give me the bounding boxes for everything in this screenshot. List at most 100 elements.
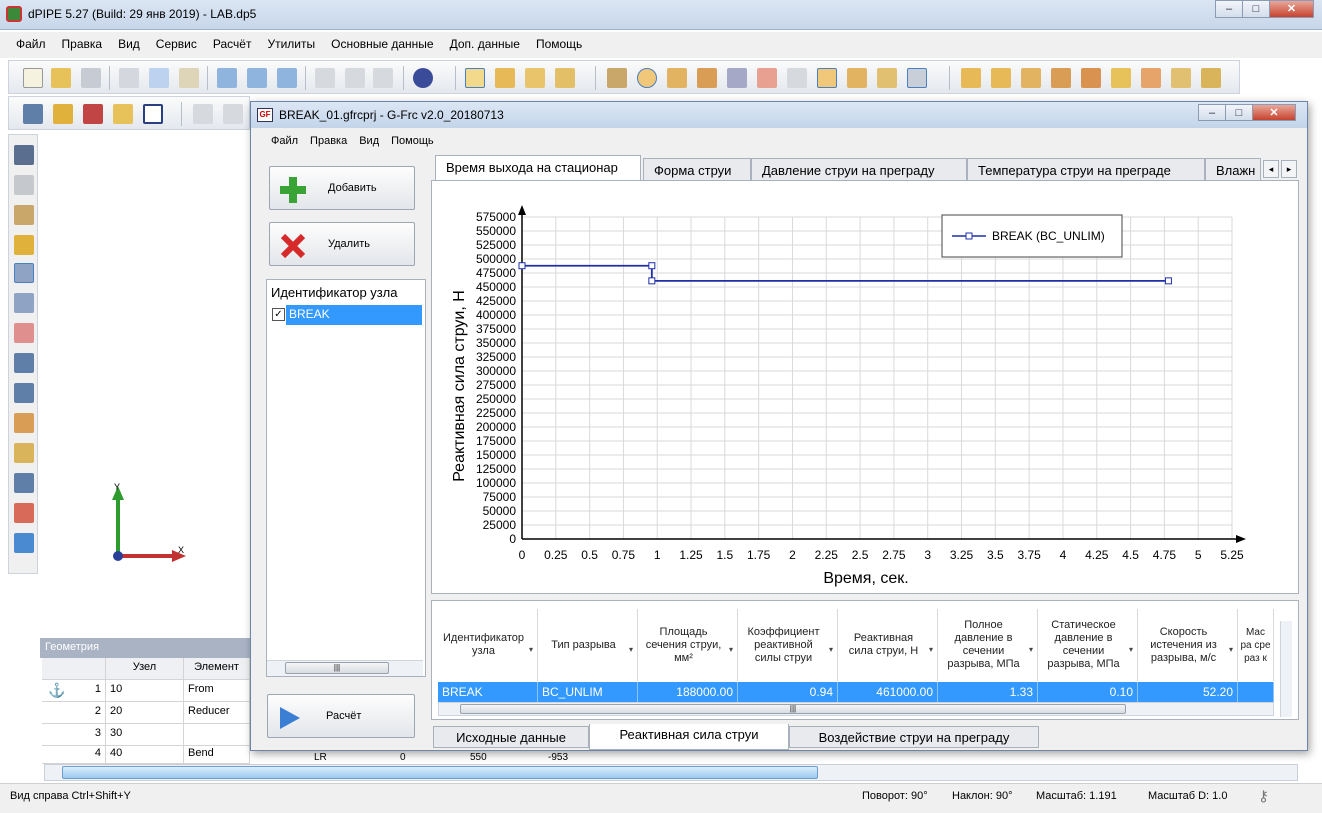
tab-jet-pressure[interactable]: Давление струи на преграду bbox=[751, 158, 967, 182]
warning-icon[interactable] bbox=[961, 68, 981, 88]
cell-static-pressure[interactable]: 0.10 bbox=[1038, 682, 1138, 702]
child-menu-help[interactable]: Помощь bbox=[385, 130, 440, 152]
bin-icon[interactable] bbox=[1201, 68, 1221, 88]
geo-node-cell[interactable]: 30 bbox=[106, 724, 184, 746]
pen-icon[interactable] bbox=[53, 104, 73, 124]
plug-icon[interactable] bbox=[14, 383, 34, 403]
geo-element-cell[interactable] bbox=[184, 724, 250, 746]
save-icon[interactable] bbox=[81, 68, 101, 88]
info-icon[interactable] bbox=[1111, 68, 1131, 88]
geo-row-number[interactable]: 2 bbox=[42, 702, 106, 724]
child-maximize-button[interactable]: □ bbox=[1225, 104, 1253, 121]
valve-icon[interactable] bbox=[607, 68, 627, 88]
menu-utilities[interactable]: Утилиты bbox=[259, 32, 323, 58]
child-minimize-button[interactable]: – bbox=[1198, 104, 1226, 121]
table-support-icon[interactable] bbox=[14, 473, 34, 493]
pipe-icon[interactable] bbox=[83, 104, 103, 124]
model-canvas[interactable]: Y X bbox=[40, 132, 250, 632]
flange-icon[interactable] bbox=[727, 68, 747, 88]
hammer-support-icon[interactable] bbox=[14, 503, 34, 523]
waves-icon[interactable] bbox=[847, 68, 867, 88]
spring-icon[interactable] bbox=[14, 323, 34, 343]
cell-jet-area[interactable]: 188000.00 bbox=[638, 682, 738, 702]
child-menu-edit[interactable]: Правка bbox=[304, 130, 353, 152]
tab-jet-shape[interactable]: Форма струи bbox=[643, 158, 751, 182]
tab-steady-state-time[interactable]: Время выхода на стационар bbox=[435, 155, 641, 182]
bottle-icon[interactable] bbox=[14, 175, 34, 195]
menu-calculation[interactable]: Расчёт bbox=[205, 32, 260, 58]
x-joint-icon[interactable] bbox=[14, 413, 34, 433]
align-right-icon[interactable] bbox=[277, 68, 297, 88]
menu-file[interactable]: Файл bbox=[8, 32, 54, 58]
node-id-list[interactable] bbox=[266, 279, 426, 677]
menu-service[interactable]: Сервис bbox=[148, 32, 205, 58]
geo-element-cell[interactable]: Reducer bbox=[184, 702, 250, 724]
col-reactive-force[interactable]: Реактивная сила струи, Н ▾ bbox=[838, 609, 938, 681]
menu-extra-data[interactable]: Доп. данные bbox=[442, 32, 528, 58]
geo-row-number[interactable]: 3 bbox=[42, 724, 106, 746]
col-break-type[interactable]: Тип разрыва ▾ bbox=[538, 609, 638, 681]
align-center-icon[interactable] bbox=[247, 68, 267, 88]
table-icon[interactable] bbox=[465, 68, 485, 88]
mail-icon[interactable] bbox=[113, 104, 133, 124]
film-icon[interactable] bbox=[1081, 68, 1101, 88]
gf-icon[interactable] bbox=[143, 104, 163, 124]
material-icon[interactable] bbox=[697, 68, 717, 88]
help-icon[interactable] bbox=[413, 68, 433, 88]
leaf-icon[interactable] bbox=[817, 68, 837, 88]
child-close-button[interactable]: ✕ bbox=[1252, 104, 1296, 121]
table-row[interactable]: ⚓ 1 bbox=[42, 680, 106, 702]
tab-input-data[interactable]: Исходные данные bbox=[433, 726, 589, 748]
stick-icon[interactable] bbox=[14, 235, 34, 255]
geo-node-cell[interactable]: 20 bbox=[106, 702, 184, 724]
cell-force-coefficient[interactable]: 0.94 bbox=[738, 682, 838, 702]
close-button[interactable]: ✕ bbox=[1269, 0, 1314, 18]
pencil-icon[interactable] bbox=[555, 68, 575, 88]
cell-break-type[interactable]: BC_UNLIM bbox=[538, 682, 638, 702]
col-mass-flow[interactable]: Мас ра сре раз к bbox=[1238, 609, 1274, 681]
col-total-pressure[interactable]: Полное давление в сечении разрыва, МПа ▾ bbox=[938, 609, 1038, 681]
break-link-icon[interactable] bbox=[315, 68, 335, 88]
open-folder-icon[interactable] bbox=[51, 68, 71, 88]
tab-humidity[interactable]: Влажн bbox=[1205, 158, 1261, 182]
brush-icon[interactable] bbox=[14, 533, 34, 553]
tab-reactive-force[interactable]: Реактивная сила струи bbox=[589, 724, 789, 750]
col-node-id[interactable]: Идентификатор узла ▾ bbox=[438, 609, 538, 681]
eraser-icon[interactable] bbox=[1171, 68, 1191, 88]
tab-jet-temperature[interactable]: Температура струи на преграде bbox=[967, 158, 1205, 182]
break-checkbox[interactable]: ✓ bbox=[272, 308, 285, 321]
support-icon[interactable] bbox=[223, 104, 243, 124]
flask-icon[interactable] bbox=[14, 353, 34, 373]
tab-jet-impact[interactable]: Воздействие струи на преграду bbox=[789, 726, 1039, 748]
table-vertical-scrollbar[interactable] bbox=[1280, 621, 1292, 717]
minimize-button[interactable]: – bbox=[1215, 0, 1243, 18]
geo-node-cell[interactable]: 10 bbox=[106, 680, 184, 702]
node-list-scroll-thumb[interactable]: ||| bbox=[285, 662, 389, 674]
cut-icon[interactable] bbox=[119, 68, 139, 88]
copy-icon[interactable] bbox=[149, 68, 169, 88]
graph-check-icon[interactable] bbox=[787, 68, 807, 88]
align-left-icon[interactable] bbox=[217, 68, 237, 88]
scrollbar-thumb[interactable] bbox=[62, 766, 818, 779]
child-menu-view[interactable]: Вид bbox=[353, 130, 385, 152]
edit-icon[interactable] bbox=[495, 68, 515, 88]
delete-button[interactable]: Удалить bbox=[269, 222, 415, 266]
add-button[interactable]: Добавить bbox=[269, 166, 415, 210]
geo-element-cell[interactable]: From bbox=[184, 680, 250, 702]
page-icon[interactable] bbox=[193, 104, 213, 124]
calculator-icon[interactable] bbox=[23, 104, 43, 124]
geo-element-cell[interactable]: Bend bbox=[184, 746, 250, 764]
table-scroll-thumb[interactable]: ||| bbox=[460, 704, 1126, 714]
sigma-icon[interactable] bbox=[1021, 68, 1041, 88]
ring-icon[interactable] bbox=[637, 68, 657, 88]
paste-icon[interactable] bbox=[179, 68, 199, 88]
beam-icon[interactable] bbox=[667, 68, 687, 88]
maximize-button[interactable]: □ bbox=[1242, 0, 1270, 18]
question-icon[interactable] bbox=[991, 68, 1011, 88]
col-jet-area[interactable]: Площадь сечения струи, мм² ▾ bbox=[638, 609, 738, 681]
menu-view[interactable]: Вид bbox=[110, 32, 148, 58]
cross-icon[interactable] bbox=[14, 145, 34, 165]
zoom-fit-icon[interactable] bbox=[373, 68, 393, 88]
menu-help[interactable]: Помощь bbox=[528, 32, 590, 58]
document-icon[interactable] bbox=[525, 68, 545, 88]
